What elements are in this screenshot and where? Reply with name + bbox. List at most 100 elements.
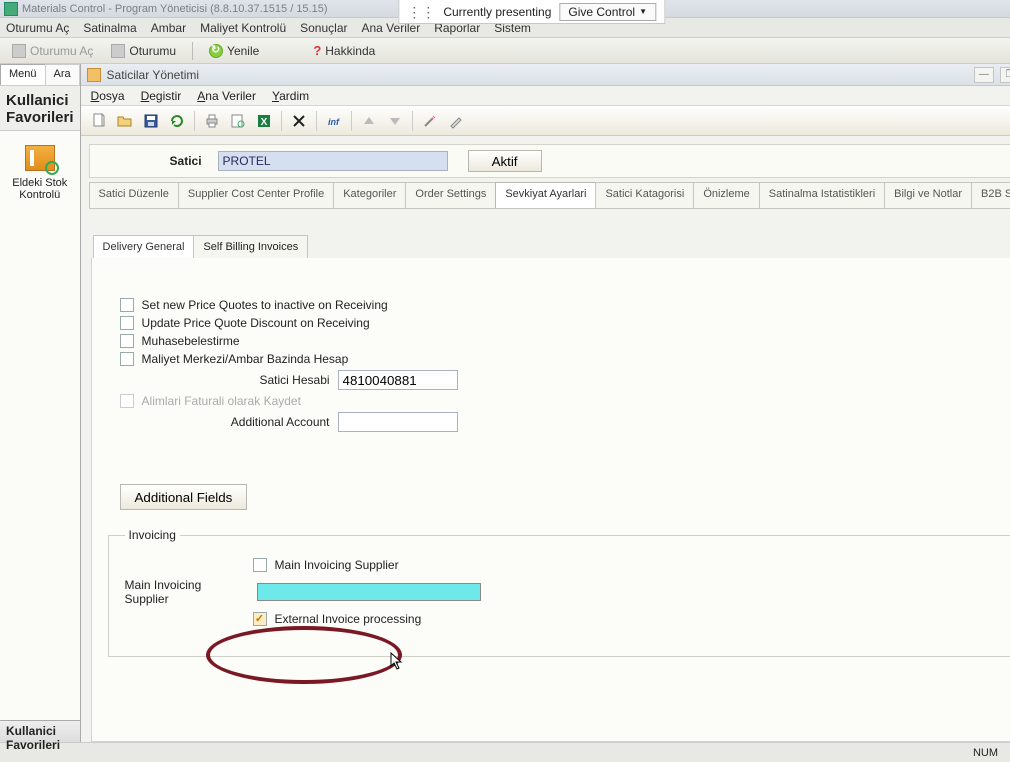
child-toolbar: X inf — [81, 106, 1010, 136]
satici-hesabi-label: Satici Hesabi — [120, 373, 330, 387]
child-menu-dosya[interactable]: Dosya — [91, 89, 125, 103]
delete-button[interactable] — [287, 109, 311, 133]
btn-oturumu-label: Oturumu — [129, 44, 176, 58]
toolbar-sep — [316, 111, 317, 131]
tab-satinalma-istatistikleri[interactable]: Satinalma Istatistikleri — [759, 182, 885, 208]
tab-supplier-cost-center[interactable]: Supplier Cost Center Profile — [178, 182, 334, 208]
checkbox-icon — [120, 334, 134, 348]
main-panel: Saticilar Yönetimi — ❐ ✕ Dosya Degistir … — [81, 64, 1010, 742]
tab-satici-katagorisi[interactable]: Satici Katagorisi — [595, 182, 694, 208]
main-invoicing-supplier-field[interactable] — [257, 583, 481, 601]
status-num-indicator: NUM — [973, 747, 998, 759]
tab-satici-duzenle[interactable]: Satici Düzenle — [89, 182, 179, 208]
tab-sevkiyat-ayarlari[interactable]: Sevkiyat Ayarlari — [495, 182, 596, 208]
vendor-value-field[interactable]: PROTEL — [218, 151, 448, 171]
btn-oturumu-ac-label: Oturumu Aç — [30, 44, 93, 58]
excel-button[interactable]: X — [252, 109, 276, 133]
refresh-button[interactable] — [165, 109, 189, 133]
menu-oturumu-ac[interactable]: Oturumu Aç — [6, 21, 69, 35]
excel-icon: X — [256, 113, 272, 129]
tab-order-settings[interactable]: Order Settings — [405, 182, 496, 208]
chk-label: Alimlari Faturali olarak Kaydet — [142, 394, 301, 408]
tab-bilgi-ve-notlar[interactable]: Bilgi ve Notlar — [884, 182, 972, 208]
tab-onizleme[interactable]: Önizleme — [693, 182, 759, 208]
open-button[interactable] — [113, 109, 137, 133]
subtab-delivery-general[interactable]: Delivery General — [93, 235, 195, 258]
chk-inactive-on-receiving[interactable]: Set new Price Quotes to inactive on Rece… — [104, 298, 1010, 312]
fav-item-eldeki-stok[interactable]: Eldeki Stok Kontrolü — [0, 143, 80, 201]
sidebar: Menü Ara Kullanici Favorileri Eldeki Sto… — [0, 64, 81, 742]
additional-account-label: Additional Account — [120, 415, 330, 429]
folder-open-icon — [117, 113, 133, 129]
nav-down-button[interactable] — [383, 109, 407, 133]
print-preview-button[interactable] — [226, 109, 250, 133]
sidebar-bottom-bar[interactable]: Kullanici Favorileri — [0, 720, 80, 742]
additional-account-input[interactable] — [338, 412, 458, 432]
info-icon: inf — [326, 113, 342, 129]
menu-satinalma[interactable]: Satinalma — [83, 21, 136, 35]
stock-control-icon — [23, 143, 57, 173]
sidebar-body: Eldeki Stok Kontrolü — [0, 131, 80, 720]
btn-yenile-label: Yenile — [227, 44, 259, 58]
refresh-arrows-icon — [169, 113, 185, 129]
info-button[interactable]: inf — [322, 109, 346, 133]
aktif-button[interactable]: Aktif — [468, 150, 542, 172]
vendor-header-row: Satici PROTEL Aktif — [89, 144, 1010, 178]
print-button[interactable] — [200, 109, 224, 133]
pencil-icon — [448, 113, 464, 129]
edit-button[interactable] — [444, 109, 468, 133]
child-menu-degistir[interactable]: Degistir — [141, 89, 182, 103]
menu-sonuclar[interactable]: Sonuçlar — [300, 21, 347, 35]
vendor-mgmt-icon — [87, 68, 101, 82]
nav-up-button[interactable] — [357, 109, 381, 133]
delivery-general-panel: Set new Price Quotes to inactive on Rece… — [91, 258, 1010, 742]
delivery-subtabs: Delivery General Self Billing Invoices ◂… — [93, 235, 1010, 258]
btn-yenile[interactable]: Yenile — [203, 44, 265, 58]
chk-label: Muhasebelestirme — [142, 334, 240, 348]
toolbar-sep — [281, 111, 282, 131]
checkbox-icon — [120, 352, 134, 366]
checkbox-icon — [120, 298, 134, 312]
chk-maliyet-merkezi[interactable]: Maliyet Merkezi/Ambar Bazinda Hesap — [104, 352, 1010, 366]
presenting-status: Currently presenting — [443, 5, 551, 19]
sidebar-title: Kullanici Favorileri — [0, 86, 80, 131]
chk-update-discount[interactable]: Update Price Quote Discount on Receiving — [104, 316, 1010, 330]
menu-maliyet-kontrolu[interactable]: Maliyet Kontrolü — [200, 21, 286, 35]
toolbar-divider — [192, 42, 193, 60]
sidebar-tab-ara[interactable]: Ara — [45, 64, 80, 85]
chk-external-invoice-processing[interactable]: External Invoice processing — [275, 612, 422, 626]
triangle-down-icon — [387, 113, 403, 129]
chk-label: Set new Price Quotes to inactive on Rece… — [142, 298, 388, 312]
give-control-button[interactable]: Give Control ▼ — [559, 3, 656, 21]
sidebar-tab-menu[interactable]: Menü — [0, 64, 46, 85]
svg-text:X: X — [260, 117, 267, 128]
additional-fields-button[interactable]: Additional Fields — [120, 484, 248, 510]
chk-main-invoicing-supplier[interactable]: Main Invoicing Supplier — [275, 558, 399, 572]
vendor-label: Satici — [102, 154, 202, 168]
wand-button[interactable] — [418, 109, 442, 133]
child-menu-yardim[interactable]: Yardim — [272, 89, 309, 103]
invoicing-legend: Invoicing — [125, 528, 180, 542]
child-minimize-button[interactable]: — — [974, 67, 994, 83]
btn-hakkinda[interactable]: ? Hakkinda — [307, 43, 381, 58]
chevron-down-icon: ▼ — [639, 7, 647, 16]
login-icon — [12, 44, 26, 58]
child-menu: Dosya Degistir Ana Veriler Yardim — [81, 86, 1010, 106]
child-restore-button[interactable]: ❐ — [1000, 67, 1010, 83]
menu-ambar[interactable]: Ambar — [151, 21, 186, 35]
btn-oturumu-kapat[interactable]: Oturumu — [105, 44, 182, 58]
save-button[interactable] — [139, 109, 163, 133]
child-menu-ana-veriler[interactable]: Ana Veriler — [197, 89, 256, 103]
tab-kategoriler[interactable]: Kategoriler — [333, 182, 406, 208]
delete-x-icon — [291, 113, 307, 129]
subtab-self-billing-invoices[interactable]: Self Billing Invoices — [193, 235, 308, 258]
satici-hesabi-input[interactable] — [338, 370, 458, 390]
checkbox-icon — [120, 316, 134, 330]
new-button[interactable] — [87, 109, 111, 133]
tab-b2b-set[interactable]: B2B Set — [971, 182, 1010, 208]
print-preview-icon — [230, 113, 246, 129]
checkbox-icon — [120, 394, 134, 408]
chk-muhasebelestirme[interactable]: Muhasebelestirme — [104, 334, 1010, 348]
svg-text:inf: inf — [328, 117, 340, 127]
btn-oturumu-ac[interactable]: Oturumu Aç — [6, 44, 99, 58]
